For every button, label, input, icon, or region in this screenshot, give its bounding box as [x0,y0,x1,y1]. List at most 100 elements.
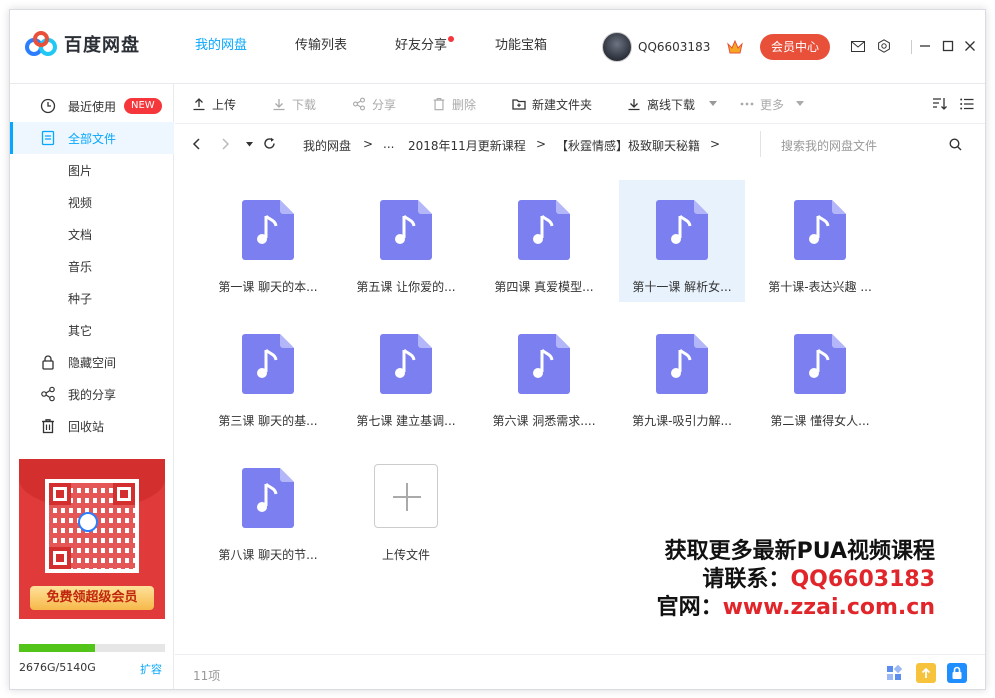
sidebar-item-recycle-bin[interactable]: 回收站 [10,410,174,442]
back-icon[interactable] [192,138,200,150]
clock-icon [40,98,56,114]
qr-finder [49,547,71,569]
avatar[interactable] [602,32,632,62]
upload-plus-box[interactable] [374,464,438,528]
file-item[interactable]: 第七课 建立基调... [343,314,469,436]
upload-file-tile[interactable]: 上传文件 [343,448,469,570]
sidebar-item-label: 全部文件 [68,131,117,146]
file-item[interactable]: 第三课 聊天的基... [205,314,331,436]
safe-box-icon[interactable] [947,663,967,683]
list-view-button[interactable] [960,96,974,112]
vip-center-button[interactable]: 会员中心 [760,34,830,60]
minimize-icon[interactable] [917,38,933,54]
breadcrumb-ellipsis[interactable]: ... [383,137,394,151]
file-name: 第九课-吸引力解... [632,414,732,428]
tab-transfer-list[interactable]: 传输列表 [280,10,362,84]
header-divider [911,40,912,54]
audio-file-icon [518,200,570,260]
file-item[interactable]: 第六课 洞悉需求.... [481,314,607,436]
breadcrumb-item[interactable]: 我的网盘 [303,137,351,154]
watermark-label: 官网： [656,595,723,620]
settings-icon[interactable] [876,38,892,54]
logo: 百度网盘 [24,30,140,58]
breadcrumb: 我的网盘 > ... 2018年11月更新课程 > 【秋霆情感】极致聊天秘籍 >… [175,125,985,163]
sidebar-item-recent[interactable]: 最近使用 NEW [10,90,174,122]
storage-usage-text: 2676G/5140G [19,661,96,674]
app-window: 百度网盘 我的网盘 传输列表 好友分享 功能宝箱 QQ6603183 会员中心 [9,9,986,690]
audio-file-icon [794,200,846,260]
tab-friend-share[interactable]: 好友分享 [380,10,462,84]
breadcrumb-separator: > [710,137,721,151]
sidebar-item-docs[interactable]: 文档 [10,218,174,250]
breadcrumb-item[interactable]: 【秋霆情感】极致聊天秘籍 [556,137,700,154]
search-placeholder: 搜索我的网盘文件 [781,139,878,153]
storage-usage-fill [19,644,95,652]
audio-file-icon [656,200,708,260]
chevron-down-icon [709,101,718,106]
sidebar-item-label: 图片 [68,163,93,178]
free-vip-button[interactable]: 免费领超级会员 [30,586,154,610]
file-item[interactable]: 第二课 懂得女人... [757,314,883,436]
watermark-text: 获取更多最新PUA视频课程 请联系：QQ6603183 官网：www.zzai.… [615,538,935,622]
share-icon [41,386,55,402]
new-folder-button[interactable]: 新建文件夹 [512,96,592,112]
sidebar-item-torrents[interactable]: 种子 [10,282,174,314]
item-count: 11项 [193,669,221,683]
sidebar-item-other[interactable]: 其它 [10,314,174,346]
share-button[interactable]: 分享 [352,96,396,112]
sidebar-item-music[interactable]: 音乐 [10,250,174,282]
breadcrumb-item[interactable]: 2018年11月更新课程 [408,137,526,154]
audio-file-icon [656,334,708,394]
sidebar-item-all-files[interactable]: 全部文件 [10,122,174,154]
audio-file-icon [518,334,570,394]
file-item[interactable]: 第一课 聊天的本... [205,180,331,302]
more-button[interactable]: 更多 [740,96,805,112]
watermark-line: 获取更多最新PUA视频课程 [664,539,935,564]
forward-icon[interactable] [222,138,230,150]
sidebar-item-my-shares[interactable]: 我的分享 [10,378,174,410]
upload-icon [193,98,205,111]
search-input[interactable]: 搜索我的网盘文件 [760,131,975,157]
file-item[interactable]: 第九课-吸引力解... [619,314,745,436]
delete-button[interactable]: 删除 [432,96,476,112]
expand-storage-link[interactable]: 扩容 [140,661,162,677]
apps-icon[interactable] [884,663,904,683]
tab-my-disk[interactable]: 我的网盘 [180,10,262,84]
sidebar-item-images[interactable]: 图片 [10,154,174,186]
upload-button[interactable]: 上传 [192,96,236,112]
sidebar-item-hidden-space[interactable]: 隐藏空间 [10,346,174,378]
vip-crown-icon[interactable] [726,39,744,55]
audio-file-icon [380,200,432,260]
file-item[interactable]: 第十课-表达兴趣 ... [757,180,883,302]
file-item[interactable]: 第五课 让你爱的... [343,180,469,302]
close-icon[interactable] [962,38,978,54]
watermark-line: 官网：www.zzai.com.cn [615,594,935,622]
share-label: 分享 [372,97,397,112]
download-button[interactable]: 下载 [272,96,316,112]
upload-folder-icon[interactable] [916,663,936,683]
tab-toolbox[interactable]: 功能宝箱 [480,10,562,84]
offline-download-button[interactable]: 离线下载 [627,96,718,112]
trash-icon [433,98,445,111]
upload-label: 上传 [212,97,237,112]
search-icon[interactable] [949,138,962,151]
vip-promo-banner[interactable]: 免费领超级会员 [19,459,165,619]
sidebar-item-videos[interactable]: 视频 [10,186,174,218]
sidebar: 最近使用 NEW 全部文件 图片 视频 文档 音乐 种子 其它 隐藏空间 我的分… [10,84,174,689]
file-name: 第六课 洞悉需求.... [492,414,596,428]
refresh-icon[interactable] [263,137,276,150]
file-name: 第十课-表达兴趣 ... [768,280,872,294]
file-item[interactable]: 第八课 聊天的节... [205,448,331,570]
download-label: 下载 [292,97,317,112]
mail-icon[interactable] [850,38,866,54]
user-profile[interactable]: QQ6603183 [602,32,710,62]
new-folder-label: 新建文件夹 [532,97,593,112]
history-dropdown-icon[interactable] [246,142,253,147]
file-icon [41,130,55,146]
sort-button[interactable] [932,96,948,112]
file-item[interactable]: 第四课 真爱模型... [481,180,607,302]
maximize-icon[interactable] [940,38,956,54]
list-view-icon [960,98,974,110]
file-name: 第一课 聊天的本... [218,280,318,294]
file-item[interactable]: 第十一课 解析女... [619,180,745,302]
